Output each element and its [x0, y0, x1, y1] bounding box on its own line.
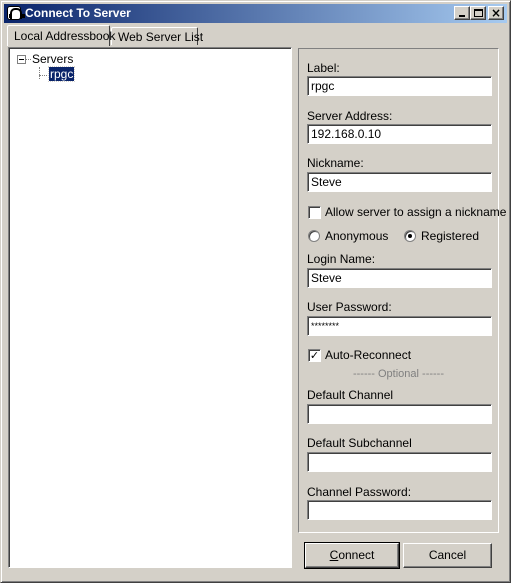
allow-nickname-label[interactable]: Allow server to assign a nickname [325, 205, 506, 219]
anonymous-label[interactable]: Anonymous [325, 229, 388, 243]
tab-local-addressbook[interactable]: Local Addressbook [7, 25, 115, 46]
allow-nickname-checkbox[interactable] [308, 206, 321, 219]
auto-reconnect-label[interactable]: Auto-Reconnect [325, 348, 411, 362]
label-caption: Label: [307, 61, 340, 75]
default-subchannel-caption: Default Subchannel [307, 436, 412, 450]
maximize-button[interactable] [470, 6, 486, 20]
window-title: Connect To Server [25, 6, 131, 20]
close-button[interactable]: × [488, 6, 504, 20]
default-subchannel-input[interactable] [307, 452, 492, 472]
minimize-icon [459, 15, 465, 17]
default-channel-caption: Default Channel [307, 388, 394, 402]
nickname-input[interactable]: Steve [307, 172, 492, 192]
user-password-caption: User Password: [307, 300, 392, 314]
server-tree[interactable]: Servers rpgc [8, 47, 292, 568]
connect-accelerator: C [329, 548, 339, 562]
default-channel-input[interactable] [307, 404, 492, 424]
title-bar[interactable]: Connect To Server × [4, 4, 507, 23]
collapse-icon[interactable] [17, 55, 26, 64]
optional-divider: ------ Optional ------ [352, 368, 445, 380]
cancel-button[interactable]: Cancel [403, 543, 492, 568]
tree-node-servers[interactable]: Servers [32, 52, 73, 66]
nickname-caption: Nickname: [307, 156, 364, 170]
tab-web-server-list[interactable]: Web Server List [111, 27, 203, 45]
maximize-icon [474, 9, 483, 17]
auto-reconnect-checkbox[interactable]: ✓ [308, 349, 321, 362]
label-input[interactable]: rpgc [307, 76, 492, 96]
registered-radio[interactable] [404, 230, 416, 242]
close-icon: × [490, 6, 502, 20]
tree-connector [26, 59, 31, 60]
server-address-input[interactable]: 192.168.0.10 [307, 124, 492, 144]
minimize-button[interactable] [454, 6, 470, 20]
tree-connector [39, 67, 40, 79]
connect-to-server-window: Connect To Server × Local Addressbook We… [0, 0, 511, 583]
connect-button[interactable]: Connect [304, 542, 400, 569]
connect-label: onnect [338, 548, 375, 562]
user-password-input[interactable]: ******** [307, 316, 492, 336]
login-name-input[interactable]: Steve [307, 268, 492, 288]
login-name-caption: Login Name: [307, 252, 376, 266]
channel-password-caption: Channel Password: [307, 485, 412, 499]
server-address-caption: Server Address: [307, 109, 393, 123]
registered-label[interactable]: Registered [421, 229, 479, 243]
channel-password-input[interactable] [307, 500, 492, 520]
anonymous-radio[interactable] [308, 230, 320, 242]
headset-app-icon [7, 6, 25, 20]
tree-connector [39, 75, 49, 76]
tree-node-rpgc[interactable]: rpgc [47, 66, 76, 82]
